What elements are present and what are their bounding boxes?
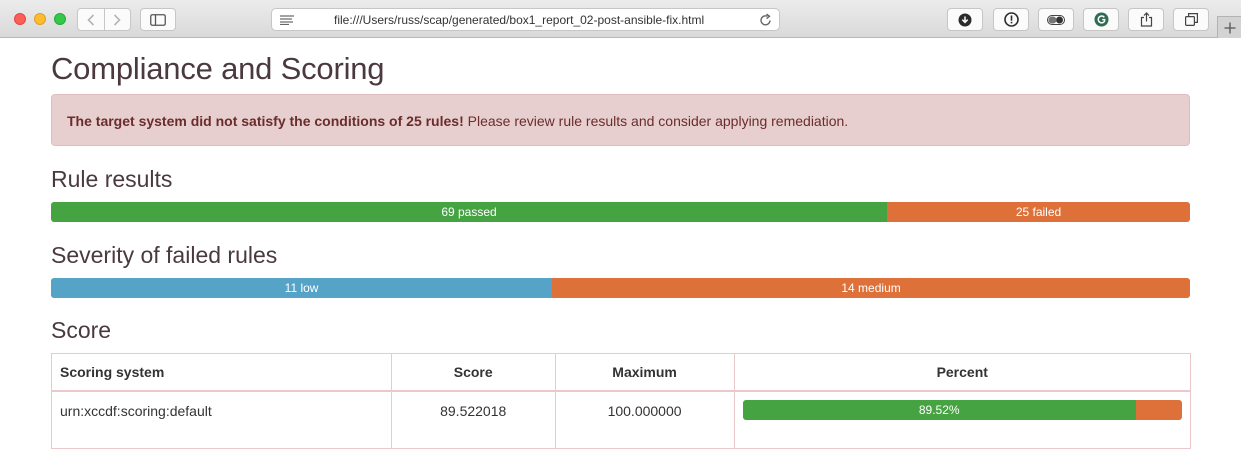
alert-bold-text: The target system did not satisfy the co… [67,113,464,129]
score-heading: Score [51,317,112,343]
address-bar[interactable]: file:///Users/russ/scap/generated/box1_r… [271,8,780,31]
score-table: Scoring system Score Maximum Percent urn… [51,353,1191,449]
share-button[interactable] [1128,8,1164,31]
browser-toolbar: file:///Users/russ/scap/generated/box1_r… [0,0,1241,38]
back-icon [87,13,95,26]
grammarly-icon [1094,12,1108,27]
toggle-button[interactable] [1038,8,1074,31]
window-maximize-button[interactable] [54,13,66,25]
score-cell: 89.522018 [390,390,556,449]
rule-results-bar: 69 passed 25 failed [51,202,1190,222]
column-header-score: Score [390,353,556,392]
severity-bar: 11 low 14 medium [51,278,1190,298]
scoring-system-cell: urn:xccdf:scoring:default [51,390,392,449]
toggle-icon [1047,14,1065,25]
percent-cell: 89.52% [733,390,1191,449]
page-title: Compliance and Scoring [51,51,385,86]
passed-segment: 69 passed [51,202,888,222]
address-url: file:///Users/russ/scap/generated/box1_r… [334,13,705,27]
maximum-cell: 100.000000 [554,390,735,449]
percent-fill: 89.52% [742,399,1136,420]
failed-segment: 25 failed [887,202,1190,222]
alert-text: Please review rule results and consider … [463,113,849,129]
download-button[interactable] [947,8,983,31]
alert-banner: The target system did not satisfy the co… [51,94,1190,146]
medium-severity-segment: 14 medium [552,278,1190,298]
tabs-icon [1184,13,1198,26]
new-tab-button[interactable] [1217,16,1241,38]
column-header-maximum: Maximum [554,353,735,392]
rule-results-heading: Rule results [51,166,173,192]
percent-bar: 89.52% [742,399,1183,420]
info-button[interactable] [993,8,1029,31]
window-minimize-button[interactable] [34,13,46,25]
reload-icon[interactable] [759,13,772,27]
low-severity-segment: 11 low [51,278,553,298]
sidebar-button[interactable] [140,8,176,31]
navigation-buttons [77,8,131,31]
column-header-scoring-system: Scoring system [51,353,392,392]
download-icon [958,13,972,26]
window-close-button[interactable] [14,13,26,25]
column-header-percent: Percent [733,353,1191,392]
reader-icon [280,15,294,25]
percent-remainder [1135,399,1182,420]
tabs-overview-button[interactable] [1173,8,1209,31]
back-button[interactable] [78,9,104,30]
score-table-header: Scoring system Score Maximum Percent [51,353,1191,392]
new-tab-icon [1224,22,1235,33]
table-row: urn:xccdf:scoring:default 89.522018 100.… [51,390,1191,449]
sidebar-icon [150,13,166,26]
forward-icon [114,13,122,26]
info-icon [1003,12,1019,27]
severity-heading: Severity of failed rules [51,242,278,268]
share-icon [1140,12,1152,27]
forward-button[interactable] [103,9,130,30]
grammarly-button[interactable] [1083,8,1119,31]
